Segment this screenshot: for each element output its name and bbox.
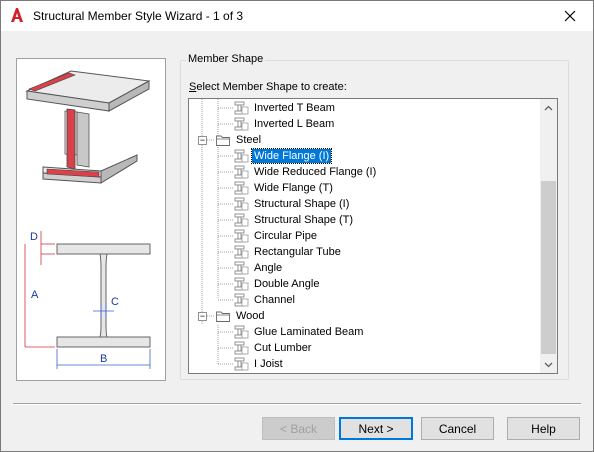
tree-item-label: Wide Flange (T) xyxy=(254,182,333,194)
tree-item-circular-pipe[interactable]: Circular Pipe xyxy=(233,228,319,244)
scroll-up-button[interactable] xyxy=(540,99,557,116)
tree-item-cut-lumber[interactable]: Cut Lumber xyxy=(233,340,313,356)
member-shape-icon xyxy=(234,149,249,163)
tree-item-label: Inverted L Beam xyxy=(254,118,335,130)
tree-item-angle[interactable]: Angle xyxy=(233,260,284,276)
tree-folder-wood[interactable]: Wood xyxy=(215,308,267,324)
tree-item-double-angle[interactable]: Double Angle xyxy=(233,276,321,292)
dimension-d-label: D xyxy=(30,231,38,243)
member-shape-icon xyxy=(234,165,249,179)
cancel-button[interactable]: Cancel xyxy=(421,417,494,440)
member-shape-icon xyxy=(234,181,249,195)
dimension-a-label: A xyxy=(31,289,39,301)
chevron-down-icon xyxy=(544,362,553,367)
tree-item-inverted-t-beam[interactable]: Inverted T Beam xyxy=(233,100,337,116)
back-button[interactable]: < Back xyxy=(262,417,335,440)
member-shape-diagram: D A C B xyxy=(16,58,166,381)
member-shape-icon xyxy=(234,277,249,291)
i-beam-illustration: D A C B xyxy=(24,70,151,369)
next-button[interactable]: Next > xyxy=(339,417,413,440)
member-shape-icon xyxy=(234,245,249,259)
folder-icon xyxy=(216,135,230,146)
wood-collapse-toggle[interactable]: − xyxy=(198,312,207,321)
member-shape-icon xyxy=(234,293,249,307)
member-shape-icon xyxy=(234,341,249,355)
autocad-a-icon xyxy=(11,8,23,22)
tree-item-label: I Joist xyxy=(254,358,283,370)
tree-item-wide-flange-t[interactable]: Wide Flange (T) xyxy=(233,180,335,196)
member-shape-icon xyxy=(234,261,249,275)
tree-item-label: Angle xyxy=(254,262,283,274)
tree-item-structural-shape-t[interactable]: Structural Shape (T) xyxy=(233,212,355,228)
member-shape-icon xyxy=(234,357,249,371)
tree-item-rectangular-tube[interactable]: Rectangular Tube xyxy=(233,244,343,260)
tree-item-label: Cut Lumber xyxy=(254,342,312,354)
tree-item-label: Channel xyxy=(254,294,295,306)
button-separator xyxy=(13,403,581,405)
tree-item-inverted-l-beam[interactable]: Inverted L Beam xyxy=(233,116,336,132)
tree-item-wide-reduced-flange-i[interactable]: Wide Reduced Flange (I) xyxy=(233,164,378,180)
tree-item-label: Steel xyxy=(236,134,262,146)
member-shape-icon xyxy=(234,213,249,227)
dimension-b-label: B xyxy=(100,353,107,365)
tree-item-label: Double Angle xyxy=(254,278,320,290)
tree-item-label: Wide Flange (I) xyxy=(250,148,333,164)
close-button[interactable] xyxy=(547,1,593,31)
tree-item-channel[interactable]: Channel xyxy=(233,292,297,308)
tree-vertical-scrollbar[interactable] xyxy=(540,99,557,373)
tree-item-label: Wide Reduced Flange (I) xyxy=(254,166,377,178)
tree-item-label: Structural Shape (T) xyxy=(254,214,354,226)
tree-item-label: Structural Shape (I) xyxy=(254,198,350,210)
member-shape-icon xyxy=(234,325,249,339)
folder-icon xyxy=(216,311,230,322)
close-icon xyxy=(564,10,576,22)
tree-folder-steel[interactable]: Steel xyxy=(215,132,263,148)
tree-item-label: Rectangular Tube xyxy=(254,246,341,258)
scroll-thumb[interactable] xyxy=(541,181,556,354)
member-shape-icon xyxy=(234,117,249,131)
groupbox-title: Member Shape xyxy=(186,53,266,65)
tree-item-label: Circular Pipe xyxy=(254,230,317,242)
tree-item-structural-shape-i[interactable]: Structural Shape (I) xyxy=(233,196,351,212)
wizard-window: Structural Member Style Wizard - 1 of 3 xyxy=(0,0,594,452)
member-shape-tree[interactable]: − − Inverted T Beam Inverted L Beam Steel W… xyxy=(188,98,558,374)
select-shape-label: Select Member Shape to create: xyxy=(189,81,347,93)
prompt-text: elect Member Shape to create: xyxy=(196,81,347,93)
dimension-c-label: C xyxy=(111,296,119,308)
tree-item-label: Inverted T Beam xyxy=(254,102,335,114)
window-title: Structural Member Style Wizard - 1 of 3 xyxy=(33,9,244,23)
tree-item-label: Wood xyxy=(236,310,265,322)
member-shape-icon xyxy=(234,101,249,115)
title-bar: Structural Member Style Wizard - 1 of 3 xyxy=(1,1,593,31)
scroll-down-button[interactable] xyxy=(540,356,557,373)
tree-item-i-joist[interactable]: I Joist xyxy=(233,356,285,372)
steel-collapse-toggle[interactable]: − xyxy=(198,136,207,145)
tree-item-glue-laminated-beam[interactable]: Glue Laminated Beam xyxy=(233,324,365,340)
member-shape-icon xyxy=(234,229,249,243)
help-button[interactable]: Help xyxy=(507,417,580,440)
tree-item-wide-flange-i[interactable]: Wide Flange (I) xyxy=(233,148,333,164)
member-shape-icon xyxy=(234,197,249,211)
chevron-up-icon xyxy=(544,105,553,110)
tree-item-label: Glue Laminated Beam xyxy=(254,326,364,338)
